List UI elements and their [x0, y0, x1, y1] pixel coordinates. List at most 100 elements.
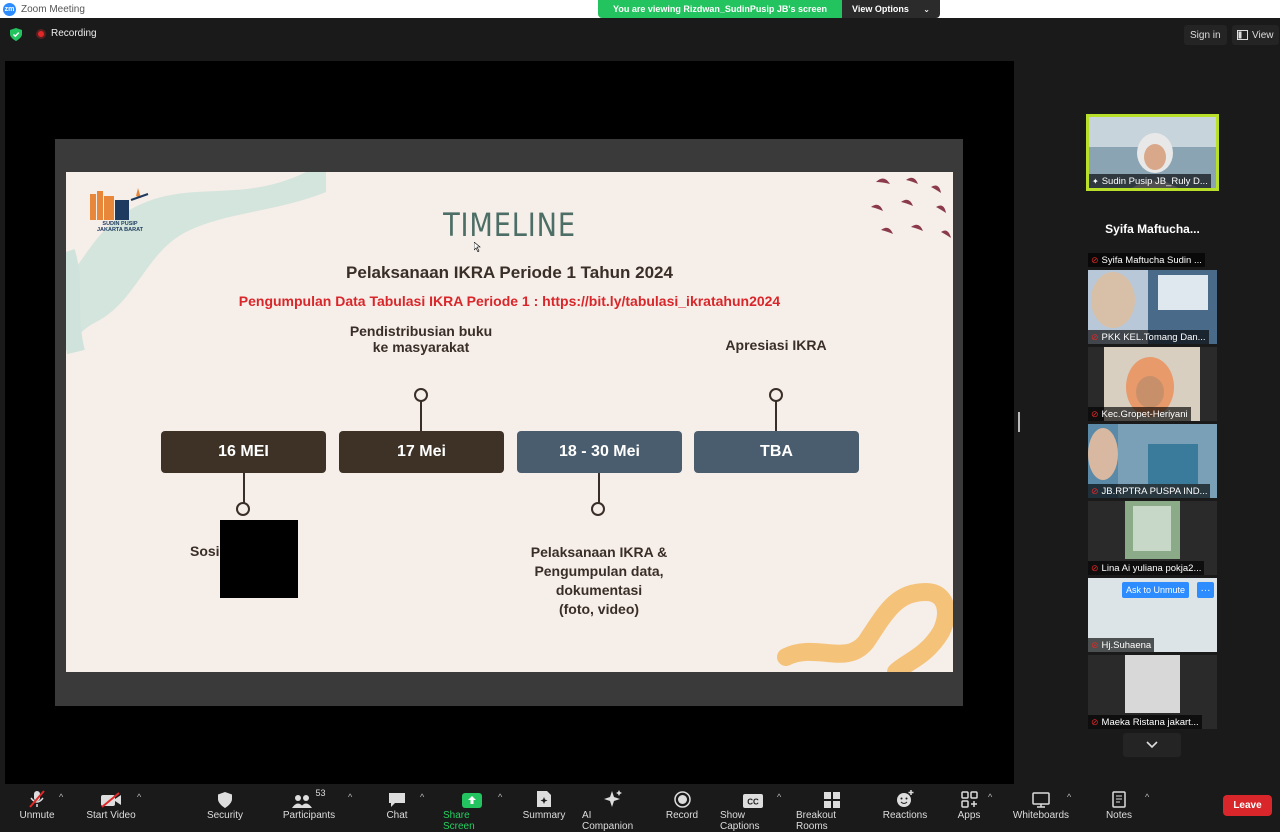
view-options-button[interactable]: View Options ⌄: [842, 0, 940, 18]
apps-options-caret-icon[interactable]: ^: [988, 792, 992, 802]
milestone-2-stem: [420, 401, 422, 431]
whiteboard-icon: [1032, 788, 1050, 808]
pin-icon: ✦: [1092, 176, 1099, 186]
apps-button[interactable]: Apps: [954, 788, 984, 821]
chat-options-caret-icon[interactable]: ^: [420, 792, 424, 802]
milestone-3-pin-icon: [591, 502, 605, 516]
muted-mic-icon: ⊘: [1091, 562, 1099, 573]
chat-button[interactable]: Chat: [381, 788, 413, 821]
milestone-3-label-line4: (foto, video): [558, 601, 640, 617]
slide-subtitle: Pelaksanaan IKRA Periode 1 Tahun 2024: [346, 263, 673, 282]
reactions-button[interactable]: Reactions: [882, 788, 928, 821]
presentation-slide: SUDIN PUSIP JAKARTA BARAT TIMELINE Pelak…: [66, 172, 953, 672]
milestone-3-label: Pelaksanaan IKRA & Pengumpulan data, dok…: [499, 543, 699, 619]
shared-screen[interactable]: SUDIN PUSIP JAKARTA BARAT TIMELINE Pelak…: [5, 61, 1014, 784]
reactions-smiley-icon: [896, 788, 914, 808]
summary-document-icon: [536, 788, 552, 808]
shield-icon[interactable]: [10, 28, 22, 41]
captions-cc-icon: CC: [743, 788, 763, 808]
participant-name-text: Kec.Gropet-Heriyani: [1101, 408, 1188, 420]
milestone-2-label: Pendistribusian buku ke masyarakat: [321, 323, 521, 355]
notes-button[interactable]: Notes: [1102, 788, 1136, 821]
participant-tile[interactable]: ⊘ PKK KEL.Tomang Dan...: [1088, 270, 1217, 344]
participant-heading: Syifa Maftucha...: [1105, 222, 1200, 236]
leave-button[interactable]: Leave: [1223, 795, 1272, 816]
start-video-label: Start Video: [86, 810, 136, 821]
milestone-3-label-line3: dokumentasi: [555, 582, 643, 598]
whiteboards-label: Whiteboards: [1012, 810, 1070, 821]
view-button[interactable]: View: [1232, 25, 1279, 45]
breakout-rooms-button[interactable]: Breakout Rooms: [796, 788, 868, 832]
participant-name-text: Hj.Suhaena: [1101, 639, 1152, 651]
zoom-logo-icon: zm: [3, 2, 16, 16]
muted-mic-icon: ⊘: [1091, 254, 1099, 265]
participant-name: ✦ Sudin Pusip JB_Ruly D...: [1089, 174, 1211, 188]
participant-tile[interactable]: ⊘ Maeka Ristana jakart...: [1088, 655, 1217, 729]
milestone-1-date-box: 16 MEI: [161, 431, 326, 473]
reactions-label: Reactions: [882, 810, 928, 821]
participant-name-text: Sudin Pusip JB_Ruly D...: [1101, 175, 1208, 187]
recording-indicator[interactable]: Recording: [36, 28, 97, 39]
chat-bubble-icon: [388, 788, 406, 808]
grid-view-icon: [1237, 30, 1248, 40]
chevron-down-icon: ⌄: [923, 4, 930, 14]
sparkle-icon: [603, 788, 623, 808]
meeting-toolbar: Unmute ^ Start Video ^ Security 53 Parti…: [0, 784, 1280, 832]
participant-tile[interactable]: Syifa Maftucha... ⊘ Syifa Maftucha Sudin…: [1088, 193, 1217, 267]
participants-button[interactable]: 53 Participants: [283, 788, 335, 821]
chat-label: Chat: [386, 810, 408, 821]
participants-label: Participants: [282, 810, 336, 821]
participant-tile[interactable]: ⊘ JB.RPTRA PUSPA IND...: [1088, 424, 1217, 498]
notes-icon: [1112, 788, 1126, 808]
summary-button[interactable]: Summary: [522, 788, 566, 821]
participant-name-text: JB.RPTRA PUSPA IND...: [1101, 485, 1208, 497]
start-video-button[interactable]: Start Video: [86, 788, 136, 821]
viewing-banner: You are viewing Rizdwan_SudinPusip JB's …: [598, 0, 940, 18]
ai-companion-label: AI Companion: [582, 810, 634, 832]
participant-name-text: Lina Ai yuliana pokja2...: [1101, 562, 1202, 574]
security-button[interactable]: Security: [205, 788, 245, 821]
milestone-4-date-box: TBA: [694, 431, 859, 473]
recording-label: Recording: [51, 28, 97, 39]
milestone-3-stem: [598, 473, 600, 503]
chevron-down-icon: [1146, 741, 1158, 749]
muted-mic-icon: ⊘: [1091, 408, 1099, 419]
participant-name-text: Syifa Maftucha Sudin ...: [1101, 254, 1202, 266]
sign-in-button[interactable]: Sign in: [1184, 25, 1227, 45]
notes-options-caret-icon[interactable]: ^: [1145, 792, 1149, 802]
more-options-button[interactable]: ···: [1197, 582, 1214, 598]
participant-tile[interactable]: ✦ Sudin Pusip JB_Ruly D...: [1086, 114, 1219, 191]
slide-title: TIMELINE: [443, 206, 576, 244]
unmute-button[interactable]: Unmute: [18, 788, 56, 821]
record-button[interactable]: Record: [664, 788, 700, 821]
tabulation-link[interactable]: Pengumpulan Data Tabulasi IKRA Periode 1…: [66, 293, 953, 309]
ask-to-unmute-button[interactable]: Ask to Unmute: [1122, 582, 1190, 598]
participant-tile[interactable]: ⊘ Kec.Gropet-Heriyani: [1088, 347, 1217, 421]
share-screen-button[interactable]: Share Screen: [443, 788, 501, 832]
captions-options-caret-icon[interactable]: ^: [777, 792, 781, 802]
window-title: Zoom Meeting: [21, 3, 85, 15]
whiteboards-options-caret-icon[interactable]: ^: [1067, 792, 1071, 802]
share-options-caret-icon[interactable]: ^: [498, 792, 502, 802]
video-off-icon: [100, 788, 122, 808]
share-screen-icon: [462, 788, 482, 808]
whiteboards-button[interactable]: Whiteboards: [1012, 788, 1070, 821]
video-options-caret-icon[interactable]: ^: [137, 792, 141, 802]
milestone-2-label-line1: Pendistribusian buku: [349, 323, 493, 339]
milestone-4-pin-icon: [769, 388, 783, 402]
participant-tile[interactable]: Ask to Unmute ··· ⊘ Hj.Suhaena: [1088, 578, 1217, 652]
participants-options-caret-icon[interactable]: ^: [348, 792, 352, 802]
redaction-box: [220, 520, 298, 598]
gallery-scroll-down-button[interactable]: [1123, 733, 1181, 757]
security-label: Security: [206, 810, 244, 821]
audio-options-caret-icon[interactable]: ^: [59, 792, 63, 802]
apps-label: Apps: [957, 810, 981, 821]
shield-icon: [218, 788, 232, 808]
orange-squiggle-decoration: [777, 582, 953, 672]
participant-name: ⊘ PKK KEL.Tomang Dan...: [1088, 330, 1209, 344]
breakout-rooms-label: Breakout Rooms: [796, 810, 837, 832]
participant-tile[interactable]: ⊘ Lina Ai yuliana pokja2...: [1088, 501, 1217, 575]
svg-text:CC: CC: [747, 798, 759, 807]
panel-resize-handle[interactable]: [1018, 412, 1020, 432]
ai-companion-button[interactable]: AI Companion: [582, 788, 644, 832]
